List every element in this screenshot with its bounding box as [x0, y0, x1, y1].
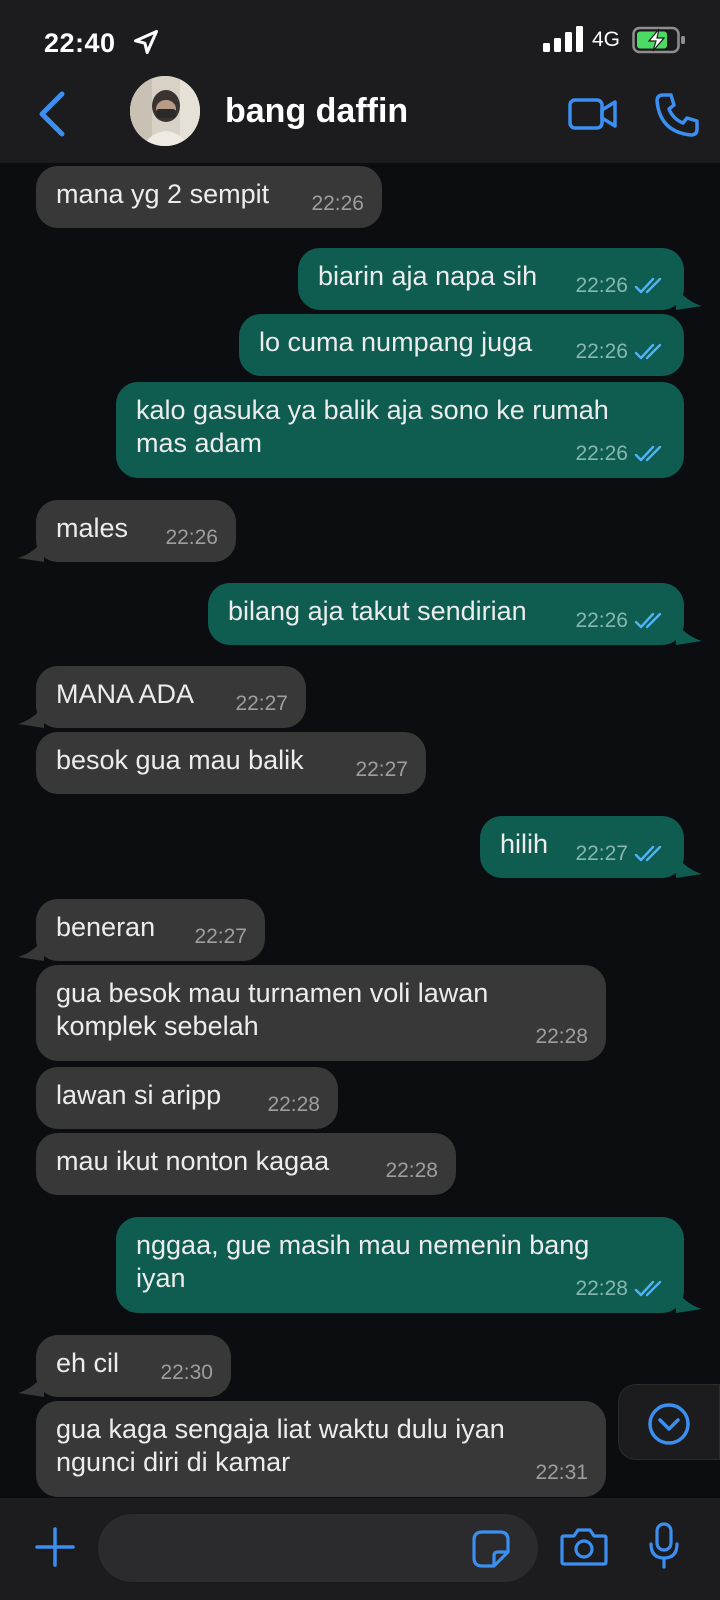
bubble-tail [676, 288, 702, 310]
status-time: 22:40 [44, 28, 116, 58]
message-time: 22:26 [165, 526, 218, 549]
camera-icon[interactable] [560, 1526, 608, 1568]
incoming-message[interactable]: lawan si aripp 22:28 [36, 1067, 338, 1129]
message-time: 22:30 [160, 1361, 213, 1384]
message-meta: 22:26 [575, 437, 666, 470]
message-meta: 22:26 [311, 187, 364, 220]
bubble-tail [18, 706, 44, 728]
bubble-tail [676, 1291, 702, 1313]
read-ticks-icon [634, 845, 662, 861]
network-type: 4G [592, 28, 621, 51]
message-meta: 22:27 [575, 837, 666, 870]
sticker-icon[interactable] [472, 1530, 510, 1568]
bubble-tail [18, 1375, 44, 1397]
message-meta: 22:27 [355, 753, 408, 786]
incoming-message[interactable]: MANA ADA 22:27 [18, 666, 306, 728]
message-meta: 22:28 [535, 1020, 588, 1053]
read-ticks-icon [634, 612, 662, 628]
composer-bar [0, 1498, 720, 1600]
message-time: 22:27 [235, 692, 288, 715]
message-time: 22:26 [311, 192, 364, 215]
microphone-icon[interactable] [648, 1522, 680, 1570]
outgoing-message[interactable]: nggaa, gue masih mau nemenin bang iyan 22… [116, 1217, 702, 1313]
chat-header: 22:40 4G bang daffin [0, 0, 720, 163]
message-meta: 22:26 [575, 604, 666, 637]
bubble-tail [18, 540, 44, 562]
back-chevron-icon[interactable] [30, 88, 74, 140]
bubble-tail [676, 623, 702, 645]
message-time: 22:27 [355, 758, 408, 781]
video-call-icon[interactable] [568, 94, 618, 134]
incoming-message[interactable]: besok gua mau balik 22:27 [36, 732, 426, 794]
outgoing-message[interactable]: lo cuma numpang juga 22:26 [239, 314, 684, 376]
incoming-message[interactable]: mana yg 2 sempit 22:26 [36, 166, 382, 228]
message-time: 22:26 [575, 274, 628, 297]
incoming-message[interactable]: eh cil 22:30 [18, 1335, 231, 1397]
message-meta: 22:26 [575, 335, 666, 368]
incoming-message[interactable]: gua besok mau turnamen voli lawan komple… [36, 965, 606, 1061]
message-time: 22:28 [267, 1093, 320, 1116]
message-meta: 22:31 [535, 1456, 588, 1489]
bubble-tail [18, 939, 44, 961]
scroll-to-bottom-button[interactable] [618, 1384, 720, 1460]
message-meta: 22:28 [385, 1154, 438, 1187]
message-meta: 22:30 [160, 1356, 213, 1389]
contact-name[interactable]: bang daffin [225, 92, 408, 131]
read-ticks-icon [634, 277, 662, 293]
message-time: 22:28 [575, 1277, 628, 1300]
message-meta: 22:28 [575, 1272, 666, 1305]
bubble-tail [676, 856, 702, 878]
message-time: 22:27 [575, 842, 628, 865]
message-text: mau ikut nonton kagaa [56, 1146, 330, 1176]
message-time: 22:26 [575, 442, 628, 465]
message-meta: 22:28 [267, 1088, 320, 1121]
message-meta: 22:26 [165, 521, 218, 554]
outgoing-message[interactable]: kalo gasuka ya balik aja sono ke rumah m… [116, 382, 684, 478]
avatar[interactable] [130, 76, 200, 146]
read-ticks-icon [634, 445, 662, 461]
incoming-message[interactable]: gua kaga sengaja liat waktu dulu iyan ng… [36, 1401, 606, 1497]
phone-call-icon[interactable] [654, 92, 700, 138]
chevron-down-circle-icon [648, 1403, 690, 1445]
message-text: besok gua mau balik [56, 745, 304, 775]
location-arrow-icon [133, 29, 159, 55]
message-time: 22:26 [575, 340, 628, 363]
outgoing-message[interactable]: biarin aja napa sih 22:26 [298, 248, 702, 310]
signal-icon [543, 26, 583, 52]
message-time: 22:28 [385, 1159, 438, 1182]
message-text: gua kaga sengaja liat waktu dulu iyan ng… [56, 1414, 505, 1477]
message-meta: 22:26 [575, 269, 666, 302]
read-ticks-icon [634, 343, 662, 359]
message-meta: 22:27 [235, 687, 288, 720]
message-time: 22:27 [194, 925, 247, 948]
message-meta: 22:27 [194, 920, 247, 953]
incoming-message[interactable]: mau ikut nonton kagaa 22:28 [36, 1133, 456, 1195]
message-time: 22:31 [535, 1461, 588, 1484]
message-text: gua besok mau turnamen voli lawan komple… [56, 978, 489, 1041]
outgoing-message[interactable]: hilih 22:27 [480, 816, 702, 878]
battery-charging-icon [632, 26, 685, 54]
outgoing-message[interactable]: bilang aja takut sendirian 22:26 [208, 583, 702, 645]
message-time: 22:26 [575, 609, 628, 632]
attach-plus-icon[interactable] [34, 1526, 76, 1568]
incoming-message[interactable]: males 22:26 [18, 500, 236, 562]
incoming-message[interactable]: beneran 22:27 [18, 899, 265, 961]
read-ticks-icon [634, 1280, 662, 1296]
message-time: 22:28 [535, 1025, 588, 1048]
